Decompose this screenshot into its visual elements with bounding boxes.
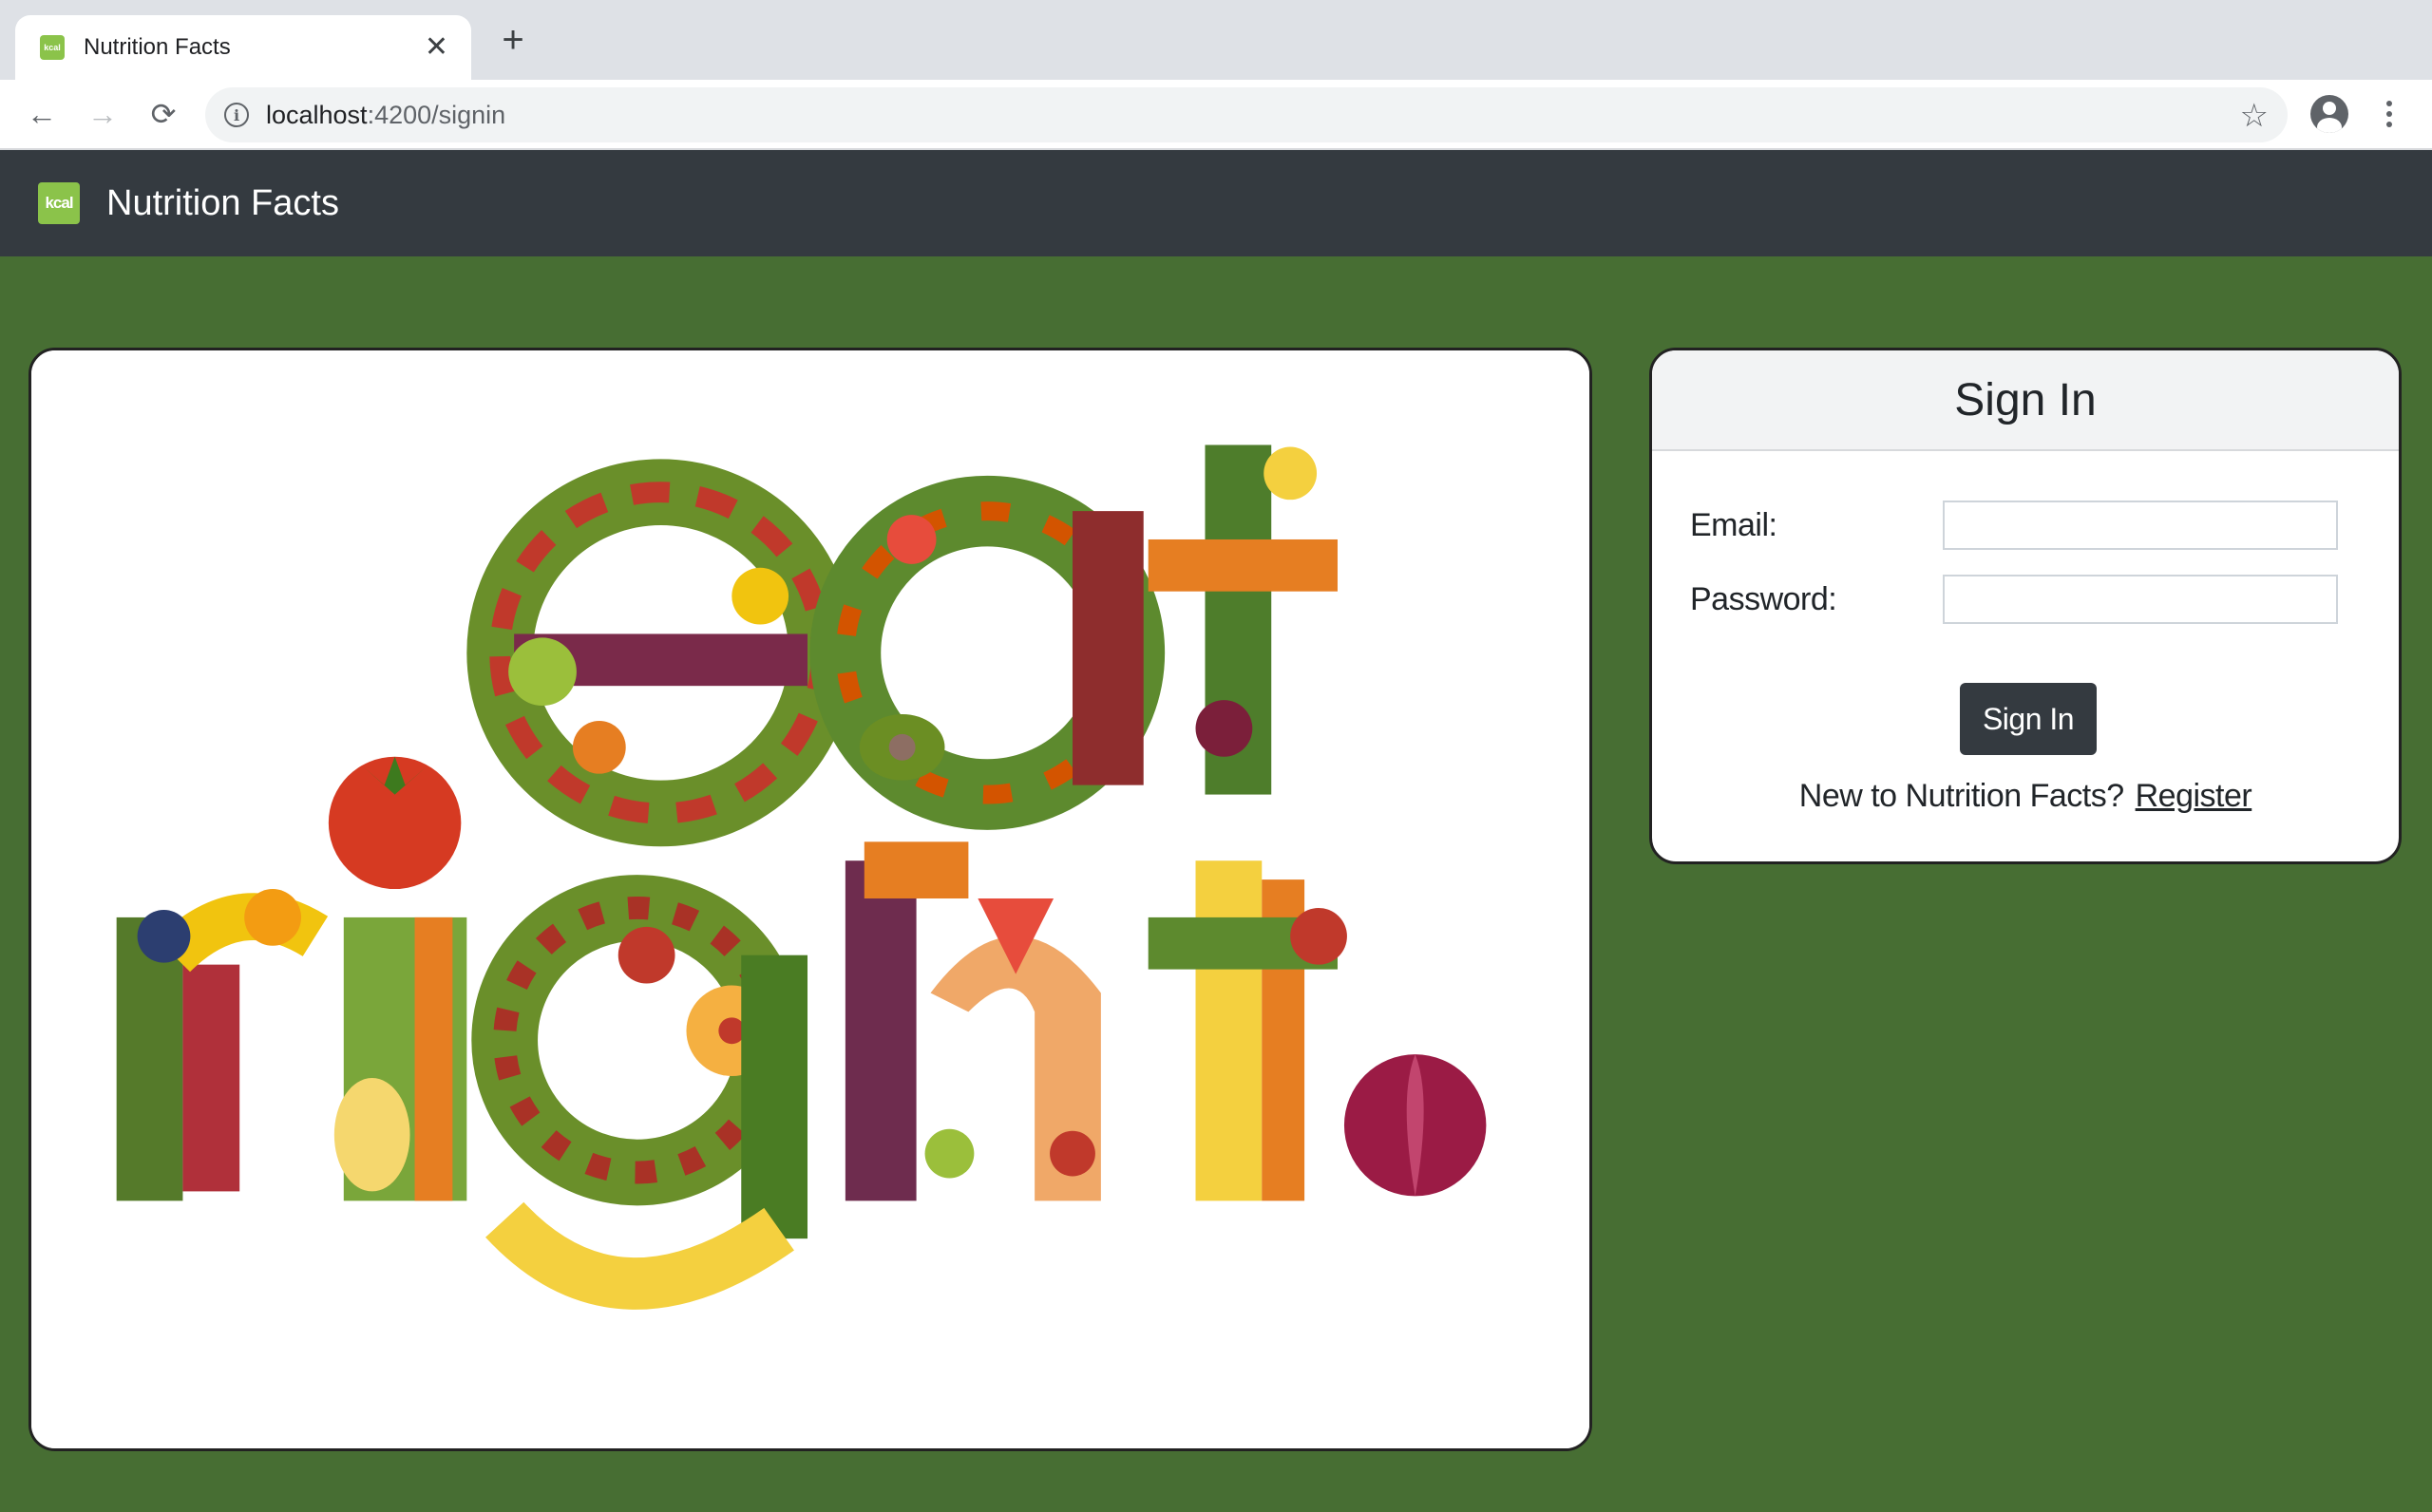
email-label: Email:	[1690, 506, 1777, 543]
tomato-produce	[328, 756, 462, 890]
more-vert-icon[interactable]	[2375, 93, 2404, 135]
kcal-logo-icon[interactable]: kcal	[38, 182, 80, 224]
forward-arrow-icon[interactable]: →	[82, 93, 124, 135]
url-path: :4200/signin	[367, 100, 506, 129]
brand-name[interactable]: Nutrition Facts	[106, 183, 339, 224]
signin-header: Sign In	[1652, 350, 2399, 451]
password-field[interactable]	[1943, 575, 2338, 624]
email-field[interactable]	[1943, 501, 2338, 550]
kcal-logo-icon: kcal	[40, 35, 65, 60]
bookmark-star-icon[interactable]: ☆	[2240, 97, 2269, 135]
reload-icon[interactable]: ⟳	[142, 93, 184, 135]
app-navbar: kcal Nutrition Facts	[0, 150, 2432, 256]
password-label: Password:	[1690, 580, 1837, 617]
profile-avatar-icon[interactable]	[2310, 95, 2348, 133]
register-prompt: New to Nutrition Facts?	[1798, 778, 2124, 814]
password-row: Password:	[1690, 573, 2355, 626]
new-tab-icon[interactable]: +	[494, 21, 532, 59]
info-icon[interactable]: i	[224, 103, 249, 127]
browser-tab[interactable]: kcal Nutrition Facts ✕	[15, 15, 471, 80]
hero-card	[28, 348, 1592, 1451]
back-arrow-icon[interactable]: ←	[21, 93, 63, 135]
letter-i-produce	[333, 917, 467, 1201]
signin-title: Sign In	[1954, 374, 2097, 425]
register-link[interactable]: Register	[2136, 778, 2252, 814]
browser-toolbar: ← → ⟳ i localhost:4200/signin ☆	[0, 80, 2432, 150]
tab-title: Nutrition Facts	[84, 34, 231, 60]
email-row: Email:	[1690, 499, 2355, 552]
signin-button[interactable]: Sign In	[1960, 683, 2097, 755]
address-bar[interactable]: i localhost:4200/signin ☆	[205, 87, 2288, 142]
browser-tabstrip: kcal Nutrition Facts ✕ +	[0, 0, 2432, 80]
eat-right-vegetables-image	[31, 350, 1589, 1448]
url-text: localhost:4200/signin	[266, 101, 505, 130]
close-icon[interactable]: ✕	[425, 33, 448, 62]
url-host: localhost	[266, 100, 368, 129]
register-line: New to Nutrition Facts? Register	[1652, 778, 2399, 815]
signin-card: Sign In Email: Password: Sign In New to …	[1649, 348, 2402, 864]
red-onion-produce	[1343, 1054, 1487, 1197]
